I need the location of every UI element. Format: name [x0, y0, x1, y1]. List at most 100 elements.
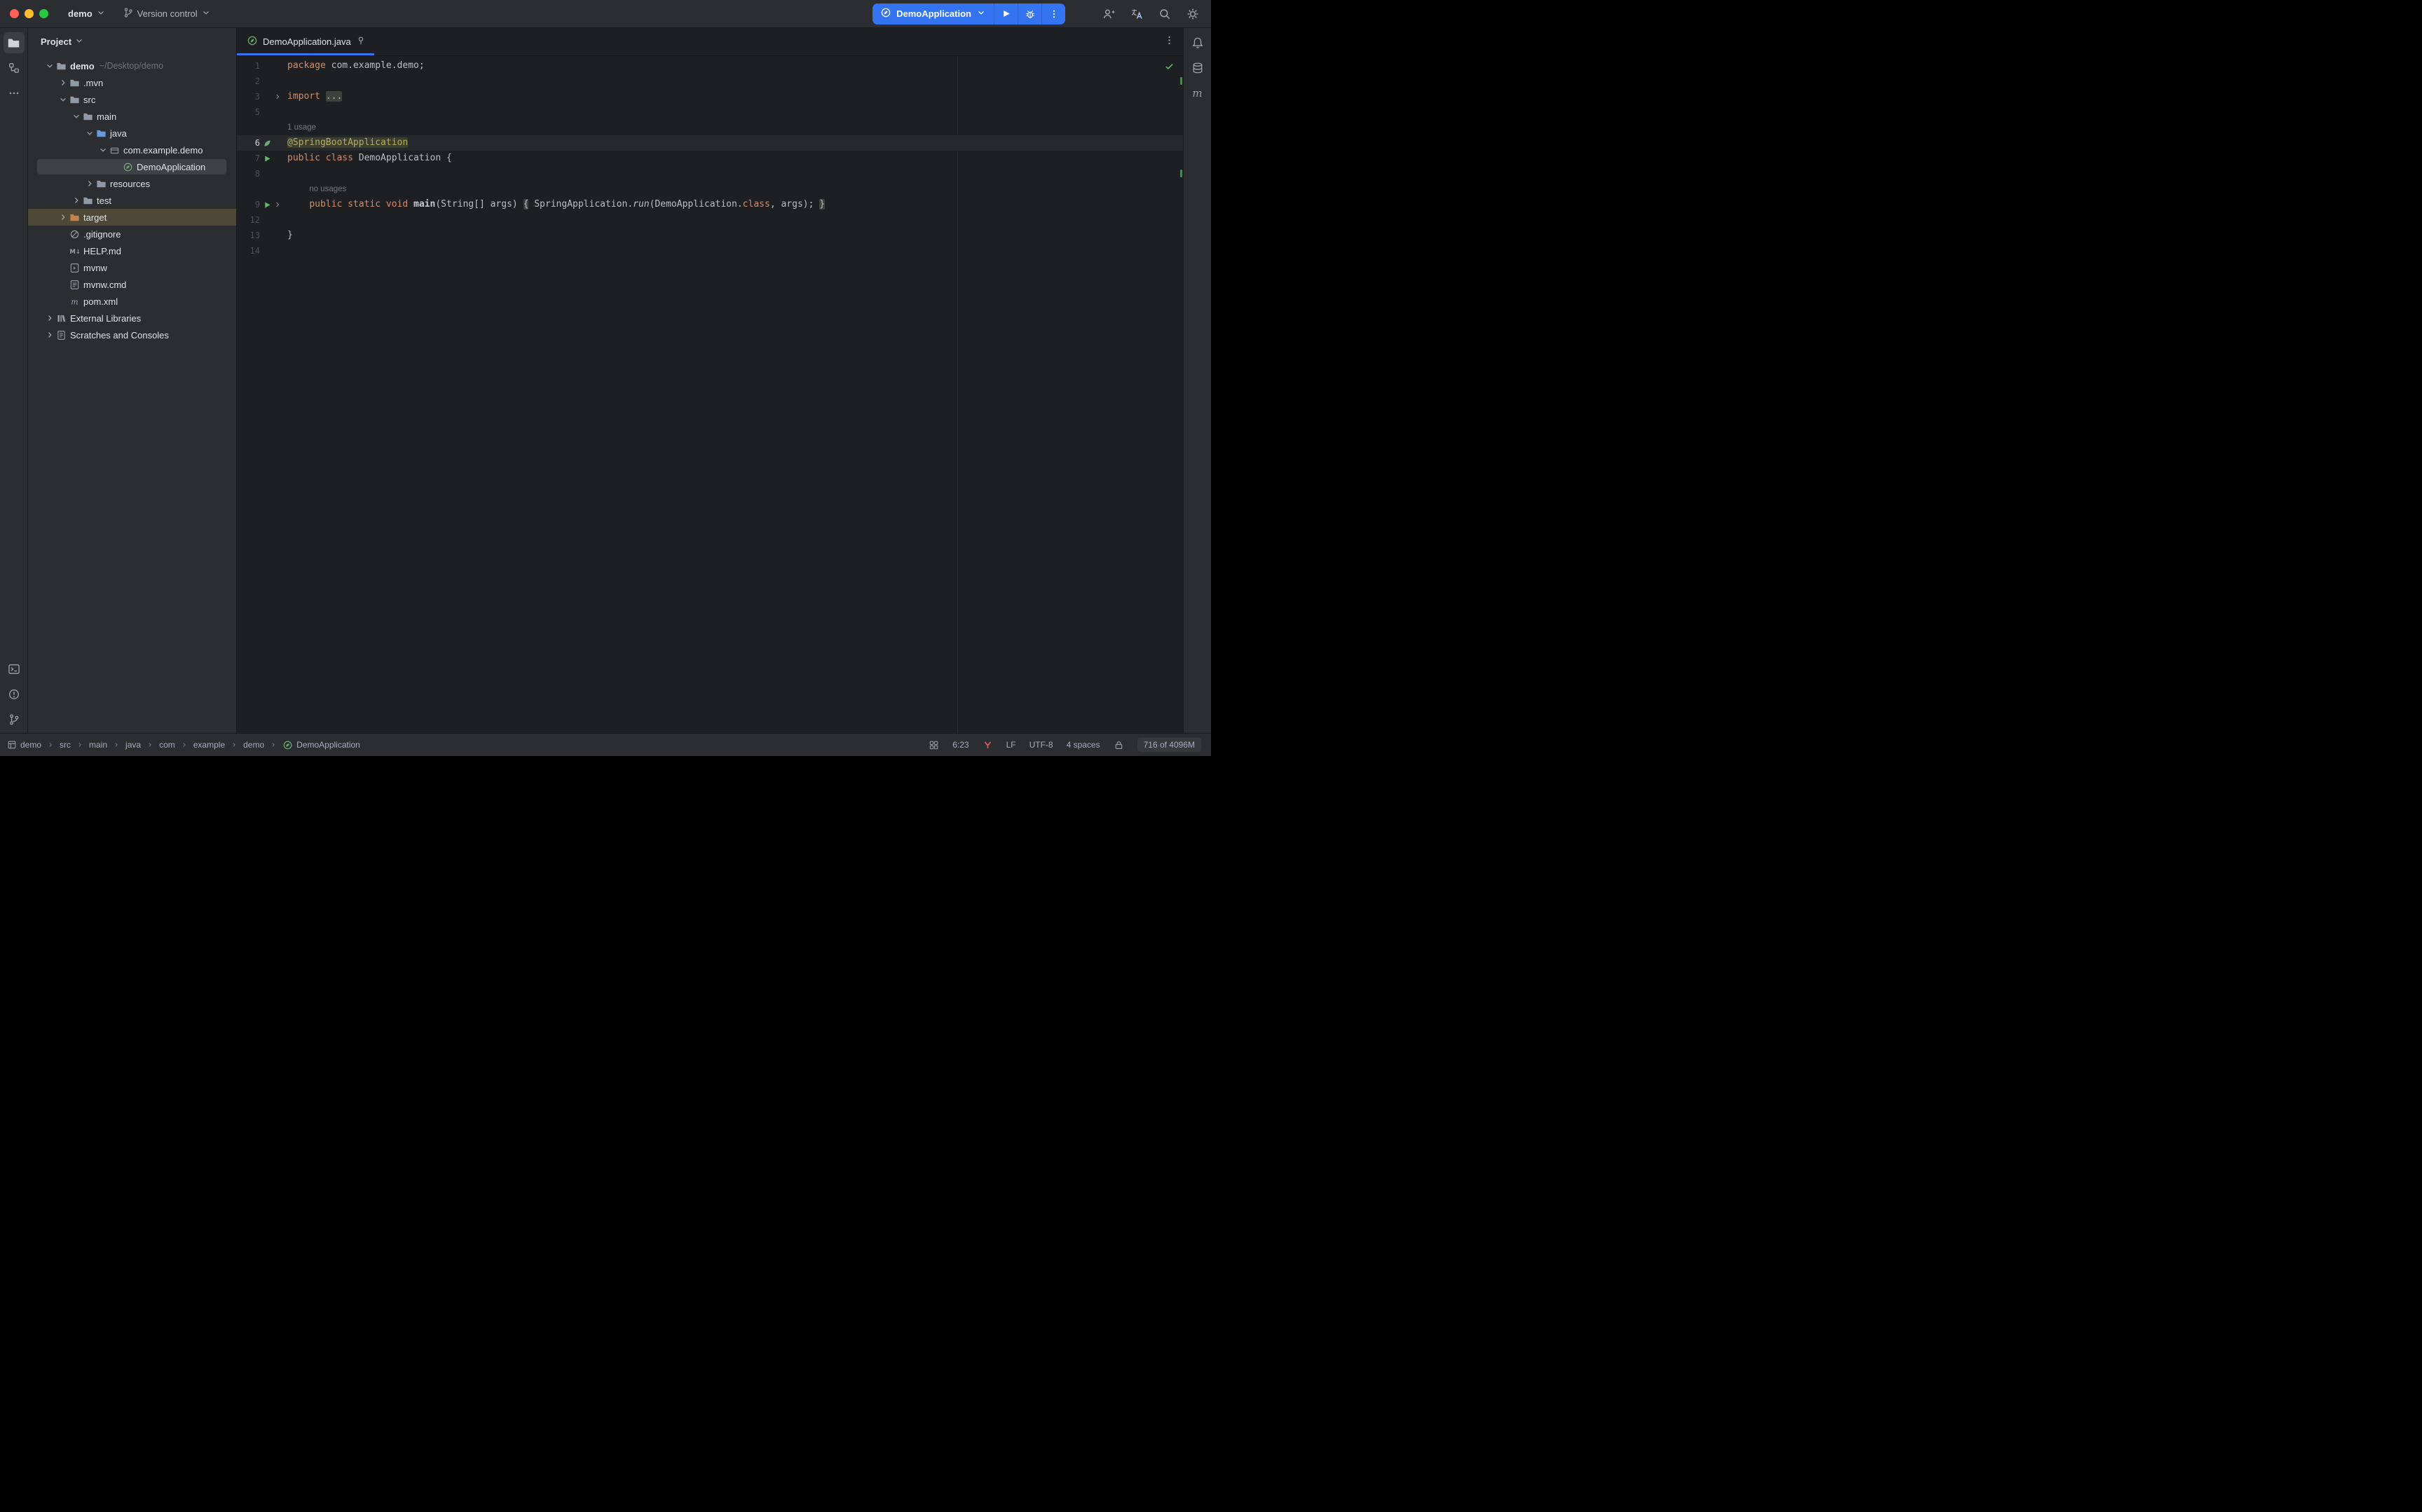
code-with-me-button[interactable] [1097, 3, 1120, 25]
editor-gutter[interactable]: 6 [237, 135, 282, 151]
tree-item-java[interactable]: java [28, 125, 236, 142]
breadcrumb-item[interactable]: java [125, 740, 141, 750]
editor-options-kebab-icon[interactable] [1164, 35, 1175, 49]
editor-gutter[interactable]: 13 [237, 228, 282, 243]
fold-chevron-icon[interactable] [273, 89, 282, 104]
tree-item-resources[interactable]: resources [28, 175, 236, 192]
chevron-right-icon[interactable] [43, 329, 56, 341]
encoding-widget[interactable]: UTF-8 [1029, 740, 1053, 750]
ide-status-grid-icon[interactable] [929, 740, 939, 750]
code-text[interactable]: package com.example.demo; [282, 58, 425, 74]
indent-widget[interactable]: 4 spaces [1067, 740, 1100, 750]
search-everywhere-button[interactable] [1154, 3, 1176, 25]
code-line-6[interactable]: 6@SpringBootApplication [237, 135, 1183, 151]
translate-button[interactable] [1126, 3, 1148, 25]
vcs-widget[interactable]: Version control [117, 4, 217, 24]
editor-gutter[interactable]: 1 [237, 58, 282, 74]
run-gutter-icon[interactable] [262, 151, 273, 166]
code-text[interactable]: } [282, 228, 293, 243]
code-text[interactable]: @SpringBootApplication [282, 135, 408, 151]
breadcrumb-item[interactable]: src [60, 740, 71, 750]
breadcrumb-item[interactable]: demo [243, 740, 264, 750]
code-text[interactable]: public static void main(String[] args) {… [282, 197, 825, 212]
database-tool-window-button[interactable] [1187, 57, 1208, 78]
chevron-down-icon[interactable] [83, 128, 96, 139]
inspections-ok-checkmark-icon[interactable] [1164, 61, 1175, 74]
inlay-hint[interactable]: 1 usage [282, 120, 316, 135]
code-line-3[interactable]: 3import ... [237, 89, 1183, 104]
tree-item-test[interactable]: test [28, 192, 236, 209]
inlay-hint[interactable]: no usages [282, 181, 346, 197]
tree-item-demo[interactable]: demo~/Desktop/demo [28, 57, 236, 74]
terminal-tool-window-button[interactable] [4, 659, 25, 680]
tree-item-demoapplication[interactable]: DemoApplication [28, 158, 236, 175]
code-area[interactable]: 1package com.example.demo;23import ...51… [237, 56, 1183, 259]
breadcrumb-item[interactable]: com [159, 740, 175, 750]
chevron-down-icon[interactable] [43, 60, 56, 71]
tree-item-target[interactable]: target [28, 209, 236, 226]
tree-item-external-libraries[interactable]: External Libraries [28, 310, 236, 327]
close-window-button[interactable] [10, 9, 19, 18]
tree-item-help-md[interactable]: M↓HELP.md [28, 242, 236, 259]
version-control-tool-window-button[interactable] [4, 709, 25, 730]
code-text[interactable] [282, 243, 287, 259]
tree-item-main[interactable]: main [28, 108, 236, 125]
run-gutter-icon[interactable] [262, 197, 273, 212]
tree-item-mvnw[interactable]: mvnw [28, 259, 236, 276]
code-line-2[interactable]: 2 [237, 74, 1183, 89]
breadcrumb-item[interactable]: DemoApplication [282, 740, 360, 750]
tree-item--gitignore[interactable]: .gitignore [28, 226, 236, 242]
code-text[interactable]: public class DemoApplication { [282, 151, 452, 166]
code-text[interactable] [282, 166, 287, 181]
tree-item-mvnw-cmd[interactable]: mvnw.cmd [28, 276, 236, 293]
fold-chevron-icon[interactable] [273, 197, 282, 212]
editor-gutter[interactable]: 14 [237, 243, 282, 259]
code-line-8[interactable]: 8 [237, 166, 1183, 181]
spring-bean-gutter-icon[interactable] [262, 135, 273, 151]
chevron-right-icon[interactable] [43, 312, 56, 324]
code-line-9[interactable]: 9 public static void main(String[] args)… [237, 197, 1183, 212]
run-configuration-selector[interactable]: DemoApplication [873, 4, 994, 25]
youtrack-icon[interactable] [983, 740, 993, 750]
project-widget[interactable]: demo [62, 4, 111, 23]
editor-gutter[interactable]: 7 [237, 151, 282, 166]
caret-position-widget[interactable]: 6:23 [952, 740, 969, 750]
editor-gutter[interactable]: 12 [237, 212, 282, 228]
code-line-13[interactable]: 13} [237, 228, 1183, 243]
code-line-1[interactable]: 1package com.example.demo; [237, 58, 1183, 74]
error-stripe-mark[interactable] [1180, 170, 1182, 177]
code-text[interactable] [282, 212, 287, 228]
tree-item--mvn[interactable]: .mvn [28, 74, 236, 91]
tree-item-scratches-and-consoles[interactable]: Scratches and Consoles [28, 327, 236, 343]
pin-icon[interactable] [356, 36, 366, 48]
settings-gear-icon[interactable] [1182, 3, 1204, 25]
chevron-down-icon[interactable] [69, 111, 83, 122]
inlay-hint-row[interactable]: no usages [237, 181, 1183, 197]
editor[interactable]: 1package com.example.demo;23import ...51… [237, 56, 1183, 733]
project-panel-header[interactable]: Project [28, 28, 236, 55]
tree-item-src[interactable]: src [28, 91, 236, 108]
code-text[interactable]: import ... [282, 89, 342, 104]
run-button[interactable] [994, 4, 1018, 25]
lock-icon[interactable] [1114, 740, 1124, 750]
memory-indicator[interactable]: 716 of 4096M [1137, 738, 1201, 752]
chevron-right-icon[interactable] [69, 195, 83, 206]
structure-tool-window-button[interactable] [4, 57, 25, 78]
zoom-window-button[interactable] [39, 9, 48, 18]
editor-gutter[interactable]: 2 [237, 74, 282, 89]
breadcrumb-item[interactable]: main [89, 740, 107, 750]
editor-gutter[interactable]: 8 [237, 166, 282, 181]
editor-gutter[interactable]: 3 [237, 89, 282, 104]
more-tool-windows-button[interactable] [4, 83, 25, 104]
inlay-hint-row[interactable]: 1 usage [237, 120, 1183, 135]
chevron-right-icon[interactable] [56, 212, 69, 223]
more-run-options-button[interactable] [1041, 4, 1065, 25]
chevron-right-icon[interactable] [83, 178, 96, 189]
maven-tool-window-button[interactable]: m [1187, 83, 1208, 104]
code-line-12[interactable]: 12 [237, 212, 1183, 228]
code-line-5[interactable]: 5 [237, 104, 1183, 120]
breadcrumb-item[interactable]: demo [7, 740, 41, 750]
chevron-down-icon[interactable] [96, 144, 109, 156]
code-text[interactable] [282, 104, 287, 120]
tree-item-com-example-demo[interactable]: com.example.demo [28, 142, 236, 158]
